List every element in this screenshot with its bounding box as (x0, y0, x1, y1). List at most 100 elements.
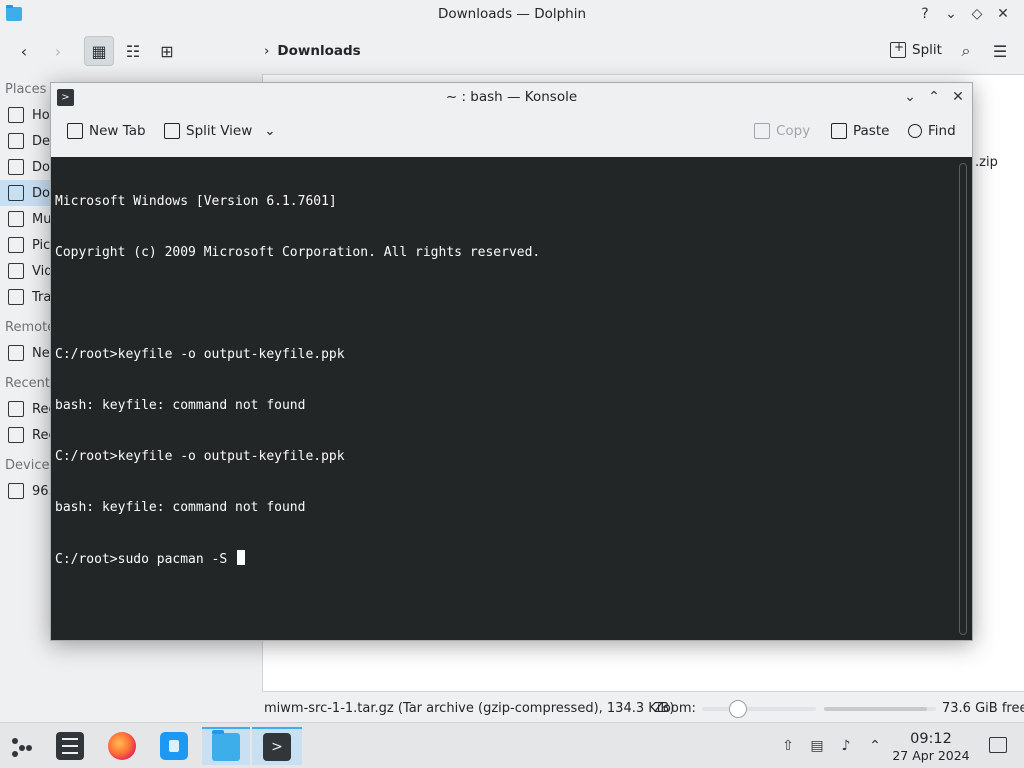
konsole-window: > ~ : bash — Konsole ⌄ ⌃ ✕ New Tab Split… (50, 82, 973, 641)
search-icon (908, 124, 922, 138)
terminal-line: C:/root>keyfile -o output-keyfile.ppk (55, 449, 345, 464)
system-settings-icon (56, 732, 84, 760)
documents-icon (8, 159, 24, 175)
free-space-label: 73.6 GiB free (942, 701, 1024, 716)
grid-view-icon: ▦ (91, 41, 107, 61)
dolphin-window-title: Downloads — Dolphin (437, 6, 587, 22)
clipboard-icon[interactable]: ▤ (808, 737, 826, 755)
split-icon (890, 40, 906, 58)
search-button[interactable]: ⌕ (954, 36, 978, 66)
terminal-prompt-line[interactable]: C:/root>sudo pacman -S (55, 550, 540, 567)
text-cursor (237, 550, 246, 565)
volume-muted-icon[interactable]: ♪ (837, 737, 855, 755)
terminal-line: C:/root>keyfile -o output-keyfile.ppk (55, 347, 345, 362)
taskbar-system-settings[interactable] (48, 727, 92, 765)
places-item-pictures[interactable]: Pictures (0, 232, 50, 258)
copy-icon (754, 123, 770, 139)
updates-icon[interactable]: ⇧ (779, 737, 797, 755)
details-view-icon: ⊞ (160, 41, 174, 61)
new-tab-button[interactable]: New Tab (67, 123, 146, 139)
compact-view-icon: ☷ (125, 41, 141, 61)
zoom-slider-handle[interactable] (728, 700, 747, 718)
terminal-line: Microsoft Windows [Version 6.1.7601] (55, 194, 337, 209)
places-item-network[interactable]: Network (0, 340, 50, 366)
places-header: Places (5, 82, 47, 97)
taskbar-firefox[interactable] (100, 727, 144, 765)
split-button[interactable]: Split (890, 40, 942, 58)
places-item-recent-files[interactable]: Recent Files (0, 396, 50, 422)
taskbar-discover[interactable] (152, 727, 196, 765)
forward-button[interactable]: › (44, 36, 72, 66)
keep-above-button[interactable]: ◇ (968, 4, 986, 24)
konsole-toolbar: New Tab Split View ⌄ Copy Paste Find (51, 117, 972, 153)
show-desktop-icon[interactable] (989, 737, 1007, 753)
status-bar: miwm-src-1-1.tar.gz (Tar archive (gzip-c… (262, 694, 1024, 722)
back-button[interactable]: ‹ (10, 36, 38, 66)
places-item-home[interactable]: Home (0, 102, 50, 128)
terminal-line: bash: keyfile: command not found (55, 398, 306, 413)
konsole-titlebar[interactable]: > ~ : bash — Konsole ⌄ ⌃ ✕ (51, 83, 972, 113)
breadcrumb-downloads[interactable]: Downloads (277, 43, 360, 59)
search-icon: ⌕ (961, 41, 971, 60)
zoom-slider[interactable] (702, 700, 816, 718)
clock-time: 09:12 (910, 731, 952, 747)
taskbar: > ⇧ ▤ ♪ ⌃ 09:12 27 Apr 2024 (0, 722, 1024, 768)
split-view-icon (164, 123, 180, 139)
konsole-icon: > (263, 733, 291, 761)
dolphin-toolbar: ‹ › ▦ ☷ ⊞ › Downloads Split ⌕ ☰ (0, 30, 1024, 74)
places-item-documents[interactable]: Documents (0, 154, 50, 180)
discover-icon (160, 732, 188, 760)
chevron-right-icon: › (54, 41, 62, 61)
dolphin-titlebar[interactable]: Downloads — Dolphin ? ⌄ ◇ ✕ (0, 0, 1024, 30)
places-item-desktop[interactable]: Desktop (0, 128, 50, 154)
terminal-area[interactable]: Microsoft Windows [Version 6.1.7601] Cop… (51, 157, 972, 640)
maximize-button[interactable]: ⌃ (924, 87, 944, 107)
help-icon[interactable]: ? (916, 4, 934, 24)
icons-view-button[interactable]: ▦ (84, 36, 114, 66)
taskbar-dolphin[interactable] (202, 727, 250, 765)
places-item-device[interactable]: 96. (0, 478, 50, 504)
minimize-button[interactable]: ⌄ (942, 4, 960, 24)
recent-files-icon (8, 401, 24, 417)
close-button[interactable]: ✕ (948, 87, 968, 107)
places-item-trash[interactable]: Trash (0, 284, 50, 310)
places-item-recent-locations[interactable]: Recent Locations (0, 422, 50, 448)
recent-locations-icon (8, 427, 24, 443)
terminal-prompt: C:/root>sudo pacman -S (55, 552, 236, 567)
places-item-music[interactable]: Music (0, 206, 50, 232)
file-item-label[interactable]: .zip (975, 155, 998, 170)
menu-button[interactable]: ☰ (988, 36, 1012, 66)
places-item-downloads[interactable]: Downloads (0, 180, 50, 206)
details-view-button[interactable]: ⊞ (152, 36, 182, 66)
find-button[interactable]: Find (908, 123, 956, 139)
terminal-line: bash: keyfile: command not found (55, 500, 306, 515)
close-button[interactable]: ✕ (994, 4, 1012, 24)
terminal-line: Copyright (c) 2009 Microsoft Corporation… (55, 245, 541, 260)
paste-button[interactable]: Paste (831, 123, 889, 139)
taskbar-konsole[interactable]: > (252, 727, 302, 765)
pictures-icon (8, 237, 24, 253)
home-icon (8, 107, 24, 123)
konsole-window-title: ~ : bash — Konsole (445, 89, 578, 105)
copy-button[interactable]: Copy (754, 123, 810, 139)
minimize-button[interactable]: ⌄ (900, 87, 920, 107)
downloads-icon (8, 185, 24, 201)
digital-clock[interactable]: 09:12 27 Apr 2024 (880, 731, 982, 763)
drive-icon (8, 483, 24, 499)
free-space-fill (824, 707, 928, 711)
compact-view-button[interactable]: ☷ (118, 36, 148, 66)
free-space-bar (824, 707, 936, 711)
split-view-button[interactable]: Split View ⌄ (164, 123, 276, 139)
paste-icon (831, 123, 847, 139)
chevron-left-icon: ‹ (20, 41, 28, 61)
terminal-scrollbar[interactable] (959, 163, 967, 635)
split-label: Split (912, 42, 942, 58)
places-panel: Places Home Desktop Documents Downloads … (0, 74, 56, 694)
breadcrumb[interactable]: › Downloads (264, 43, 361, 59)
find-label: Find (928, 123, 956, 139)
application-launcher[interactable] (0, 727, 44, 765)
places-item-videos[interactable]: Videos (0, 258, 50, 284)
paste-label: Paste (853, 123, 890, 139)
hamburger-menu-icon: ☰ (992, 41, 1008, 61)
